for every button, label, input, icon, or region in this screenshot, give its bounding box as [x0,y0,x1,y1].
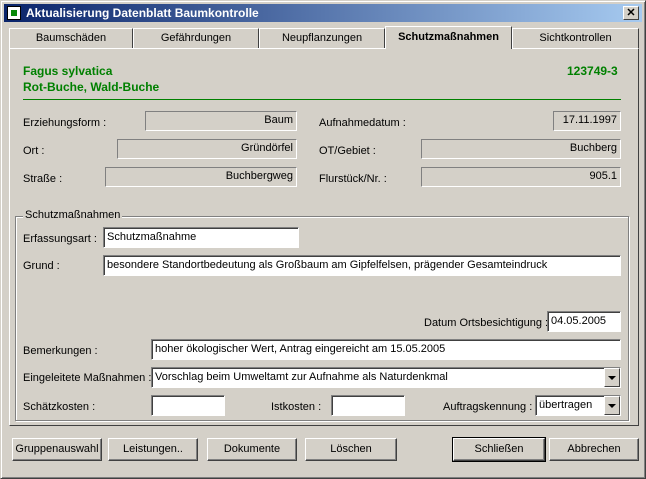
leistungen-button[interactable]: Leistungen.. [108,438,198,461]
close-button[interactable]: ✕ [623,6,639,20]
schliessen-button[interactable]: Schließen [452,437,546,462]
tab-neupflanzungen[interactable]: Neupflanzungen [259,28,385,48]
chevron-down-icon[interactable] [604,396,620,415]
eingeleitete-massnahmen-select[interactable]: Vorschlag beim Umweltamt zur Aufnahme al… [151,367,621,388]
istkosten-label: Istkosten : [271,401,322,413]
aufnahmedatum-label: Aufnahmedatum : [319,117,406,129]
tab-sichtkontrollen[interactable]: Sichtkontrollen [512,28,639,48]
title-bar[interactable]: Aktualisierung Datenblatt Baumkontrolle … [4,4,642,22]
bemerkungen-input[interactable]: hoher ökologischer Wert, Antrag eingerei… [151,339,621,360]
erziehungsform-label: Erziehungsform : [23,117,107,129]
eingeleitete-massnahmen-value: Vorschlag beim Umweltamt zur Aufnahme al… [155,371,448,383]
strasse-field: Buchbergweg [105,167,297,187]
grund-label: Grund : [23,260,60,272]
botanical-name: Fagus sylvatica [23,64,113,78]
app-icon [7,6,21,20]
erfassungsart-input[interactable]: Schutzmaßnahme [103,227,299,248]
gruppenauswahl-button[interactable]: Gruppenauswahl [12,438,102,461]
flurstueck-field: 905.1 [421,167,621,187]
auftragskennung-value: übertragen [539,399,593,411]
erfassungsart-label: Erfassungsart : [23,233,97,245]
main-window: Aktualisierung Datenblatt Baumkontrolle … [0,0,646,479]
schutzmassnahmen-group-label: Schutzmaßnahmen [23,209,123,221]
auftragskennung-select[interactable]: übertragen [535,395,621,416]
flurstueck-label: Flurstück/Nr. : [319,173,387,185]
datum-ortsbesichtigung-input[interactable]: 04.05.2005 [547,311,621,332]
abbrechen-button[interactable]: Abbrechen [549,438,639,461]
istkosten-input[interactable] [331,395,405,416]
aufnahmedatum-field: 17.11.1997 [553,111,621,131]
header-divider [23,99,621,100]
ort-field: Gründörfel [117,139,297,159]
dokumente-button[interactable]: Dokumente [207,438,297,461]
window-title: Aktualisierung Datenblatt Baumkontrolle [26,6,259,20]
loeschen-button[interactable]: Löschen [305,438,397,461]
tab-baumschaeden[interactable]: Baumschäden [9,28,133,48]
tree-id: 123749-3 [567,64,618,78]
common-name: Rot-Buche, Wald-Buche [23,80,160,94]
schaetzkosten-label: Schätzkosten : [23,401,96,413]
grund-input[interactable]: besondere Standortbedeutung als Großbaum… [103,255,621,276]
erziehungsform-field: Baum [145,111,297,131]
datum-ortsbesichtigung-label: Datum Ortsbesichtigung : [424,317,549,329]
chevron-down-icon[interactable] [604,368,620,387]
strasse-label: Straße : [23,173,63,185]
bemerkungen-label: Bemerkungen : [23,345,98,357]
tab-schutzmassnahmen[interactable]: Schutzmaßnahmen [385,26,512,49]
eingeleitete-massnahmen-label: Eingeleitete Maßnahmen : [23,372,152,384]
schaetzkosten-input[interactable] [151,395,225,416]
auftragskennung-label: Auftragskennung : [443,401,533,413]
ot-gebiet-field: Buchberg [421,139,621,159]
ort-label: Ort : [23,145,45,157]
tab-gefaehrdungen[interactable]: Gefährdungen [133,28,259,48]
ot-gebiet-label: OT/Gebiet : [319,145,376,157]
